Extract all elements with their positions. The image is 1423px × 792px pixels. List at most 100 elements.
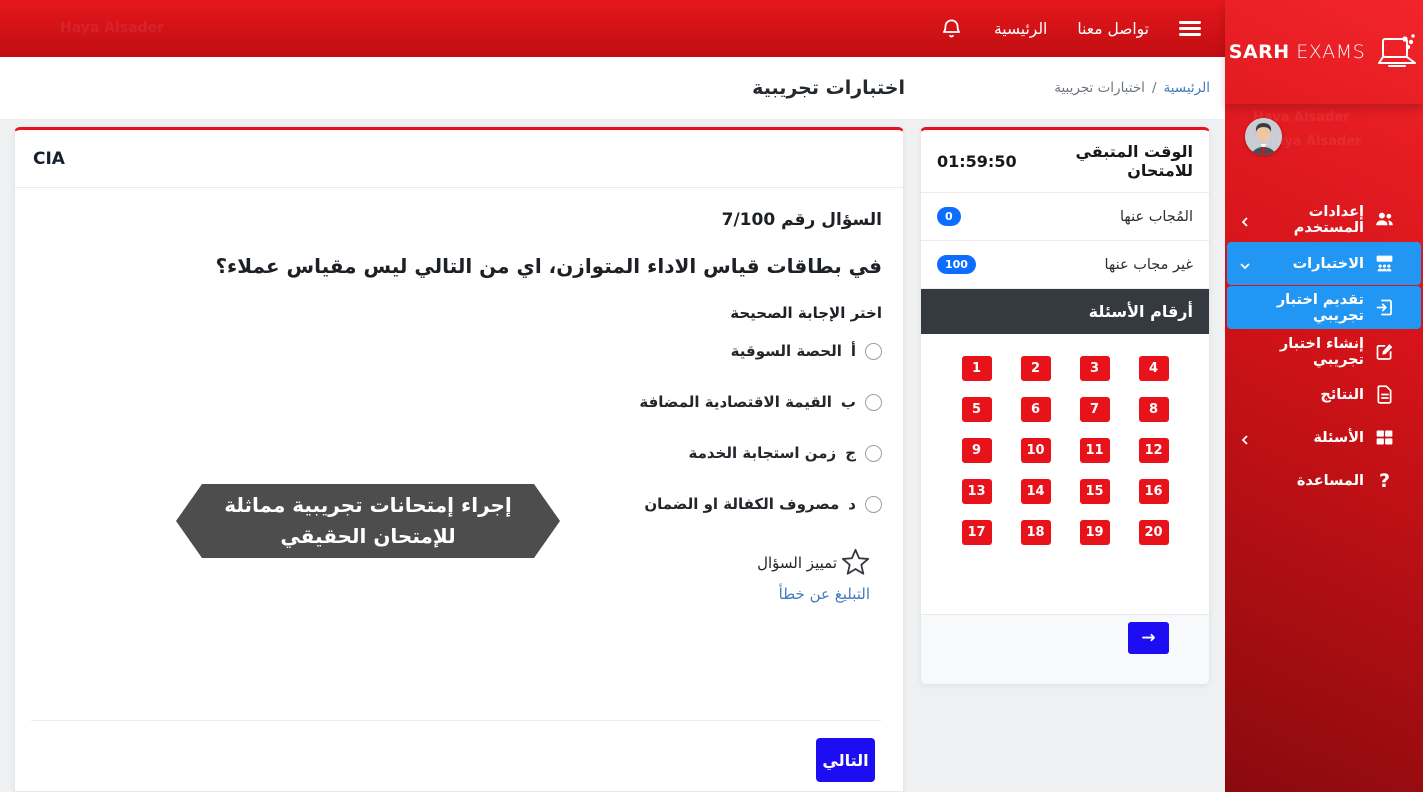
tour-tooltip: إجراء إمتحانات تجريبية مماثلة للإمتحان ا…: [176, 484, 560, 558]
star-icon[interactable]: [839, 546, 872, 579]
sidebar-item-help[interactable]: ? المساعدة: [1227, 459, 1421, 502]
questions-icon: [1374, 427, 1395, 448]
card-divider: [31, 720, 881, 721]
sidebar-item-label: الأسئلة: [1313, 430, 1364, 446]
answer-option[interactable]: ج زمن استجابة الخدمة: [36, 444, 882, 462]
question-number-cell[interactable]: 13: [962, 479, 992, 504]
choose-answer-label: اختر الإجابة الصحيحة: [36, 304, 882, 322]
breadcrumb-current: اختبارات تجريبية: [1054, 80, 1145, 96]
report-error-link[interactable]: التبليغ عن خطأ: [779, 585, 870, 603]
mark-question-label: تمييز السؤال: [757, 554, 837, 572]
question-number: السؤال رقم 7/100: [36, 210, 882, 230]
question-number-cell[interactable]: 6: [1021, 397, 1051, 422]
option-text: القيمة الاقتصادية المضافة: [639, 393, 832, 411]
question-number-cell[interactable]: 17: [962, 520, 992, 545]
exams-icon: [1374, 253, 1395, 274]
sidebar-nav: إعدادات المستخدم الاختبارات: [1225, 198, 1423, 502]
question-number-cell[interactable]: 8: [1139, 397, 1169, 422]
panel-spacer: [921, 545, 1209, 614]
help-icon: ?: [1374, 470, 1395, 491]
question-number-cell[interactable]: 7: [1080, 397, 1110, 422]
timer-header: الوقت المتبقي للامتحان 01:59:50: [921, 130, 1209, 193]
answered-count-badge: 0: [937, 207, 961, 226]
radio-button-icon[interactable]: [865, 343, 882, 360]
question-number-cell[interactable]: 5: [962, 397, 992, 422]
unanswered-row: غير مجاب عنها 100: [921, 241, 1209, 289]
chevron-left-icon: [1240, 433, 1250, 443]
exam-status-panel: الوقت المتبقي للامتحان 01:59:50 المُجاب …: [920, 127, 1210, 685]
question-numbers-grid: 1 2 3 4 5 6 7 8 9 10 11 12: [921, 334, 1209, 545]
breadcrumb-strip: اختبارات تجريبية الرئيسية / اختبارات تجر…: [0, 57, 1225, 120]
breadcrumb-home-link[interactable]: الرئيسية: [1164, 80, 1211, 96]
radio-button-icon[interactable]: [865, 445, 882, 462]
unanswered-label: غير مجاب عنها: [1104, 257, 1193, 273]
question-number-cell[interactable]: 9: [962, 438, 992, 463]
question-number-cell[interactable]: 11: [1080, 438, 1110, 463]
sidebar-item-exams[interactable]: الاختبارات: [1227, 242, 1421, 285]
sidebar-item-create-trial-exam[interactable]: إنشاء اختبار تجريبي: [1227, 330, 1421, 373]
sidebar-item-questions[interactable]: الأسئلة: [1227, 416, 1421, 459]
sidebar-item-label: المساعدة: [1297, 473, 1364, 489]
sidebar-item-label: النتائج: [1320, 387, 1364, 403]
topbar: تواصل معنا الرئيسية Haya Alsader: [0, 0, 1225, 57]
sidebar-item-user-settings[interactable]: إعدادات المستخدم: [1227, 198, 1421, 241]
exam-title: CIA: [15, 130, 903, 188]
option-letter: أ: [851, 342, 856, 360]
create-exam-icon: [1374, 341, 1395, 362]
question-number-cell[interactable]: 20: [1139, 520, 1169, 545]
question-number-cell[interactable]: 4: [1139, 356, 1169, 381]
breadcrumb-separator: /: [1152, 80, 1157, 96]
tour-tooltip-line2: للإمتحان الحقيقي: [280, 521, 455, 552]
question-number-cell[interactable]: 3: [1080, 356, 1110, 381]
brand-name: SARH EXAMS: [1229, 41, 1365, 63]
question-text: في بطاقات قياس الاداء المتوازن، اي من ال…: [36, 254, 882, 278]
answered-row: المُجاب عنها 0: [921, 193, 1209, 241]
laptop-logo-icon: [1375, 33, 1419, 71]
contact-us-link[interactable]: تواصل معنا: [1077, 20, 1149, 38]
answer-option[interactable]: أ الحصة السوقية: [36, 342, 882, 360]
option-letter: ب: [841, 393, 856, 411]
question-number-cell[interactable]: 14: [1021, 479, 1051, 504]
sidebar-item-label: إعدادات المستخدم: [1257, 204, 1364, 236]
question-number-cell[interactable]: 2: [1021, 356, 1051, 381]
page-title: اختبارات تجريبية: [752, 57, 905, 119]
next-question-button[interactable]: التالي: [816, 738, 875, 782]
sidebar-item-label: تقديم اختبار تجريبي: [1257, 292, 1364, 324]
brand-logo[interactable]: SARH EXAMS: [1225, 0, 1423, 104]
user-avatar[interactable]: [1245, 118, 1282, 155]
sidebar-item-results[interactable]: النتائج: [1227, 373, 1421, 416]
question-number-cell[interactable]: 12: [1139, 438, 1169, 463]
option-letter: ج: [845, 444, 856, 462]
arrow-right-icon: →: [1141, 628, 1155, 648]
hamburger-menu-icon[interactable]: [1179, 21, 1201, 36]
sidebar: SARH EXAMS Haya Alsader Haya Alsader: [1225, 0, 1423, 792]
user-block: Haya Alsader Haya Alsader: [1225, 104, 1423, 166]
radio-button-icon[interactable]: [865, 496, 882, 513]
users-icon: [1374, 209, 1395, 230]
next-page-arrow-button[interactable]: →: [1128, 622, 1169, 654]
question-number-cell[interactable]: 10: [1021, 438, 1051, 463]
submit-exam-icon: [1374, 297, 1395, 318]
chevron-left-icon: [1240, 215, 1250, 225]
question-number-cell[interactable]: 19: [1080, 520, 1110, 545]
breadcrumb: الرئيسية / اختبارات تجريبية: [1054, 57, 1210, 119]
option-text: مصروف الكفالة او الضمان: [644, 495, 839, 513]
panel-footer: →: [921, 614, 1209, 684]
question-number-cell[interactable]: 15: [1080, 479, 1110, 504]
sidebar-item-take-trial-exam[interactable]: تقديم اختبار تجريبي: [1227, 286, 1421, 329]
question-number-cell[interactable]: 18: [1021, 520, 1051, 545]
question-card: CIA السؤال رقم 7/100 في بطاقات قياس الاد…: [14, 127, 904, 792]
answer-option[interactable]: ب القيمة الاقتصادية المضافة: [36, 393, 882, 411]
question-number-cell[interactable]: 1: [962, 356, 992, 381]
unanswered-count-badge: 100: [937, 255, 976, 274]
bell-icon[interactable]: [939, 16, 964, 41]
question-number-cell[interactable]: 16: [1139, 479, 1169, 504]
home-link[interactable]: الرئيسية: [994, 20, 1047, 38]
sidebar-item-label: الاختبارات: [1293, 256, 1364, 272]
timer-label: الوقت المتبقي للامتحان: [1024, 142, 1193, 180]
sidebar-item-label: إنشاء اختبار تجريبي: [1257, 336, 1364, 368]
watermark-text: Haya Alsader: [60, 20, 164, 36]
app-root: تواصل معنا الرئيسية Haya Alsader اختبارا…: [0, 0, 1423, 792]
radio-button-icon[interactable]: [865, 394, 882, 411]
option-text: الحصة السوقية: [731, 342, 842, 360]
